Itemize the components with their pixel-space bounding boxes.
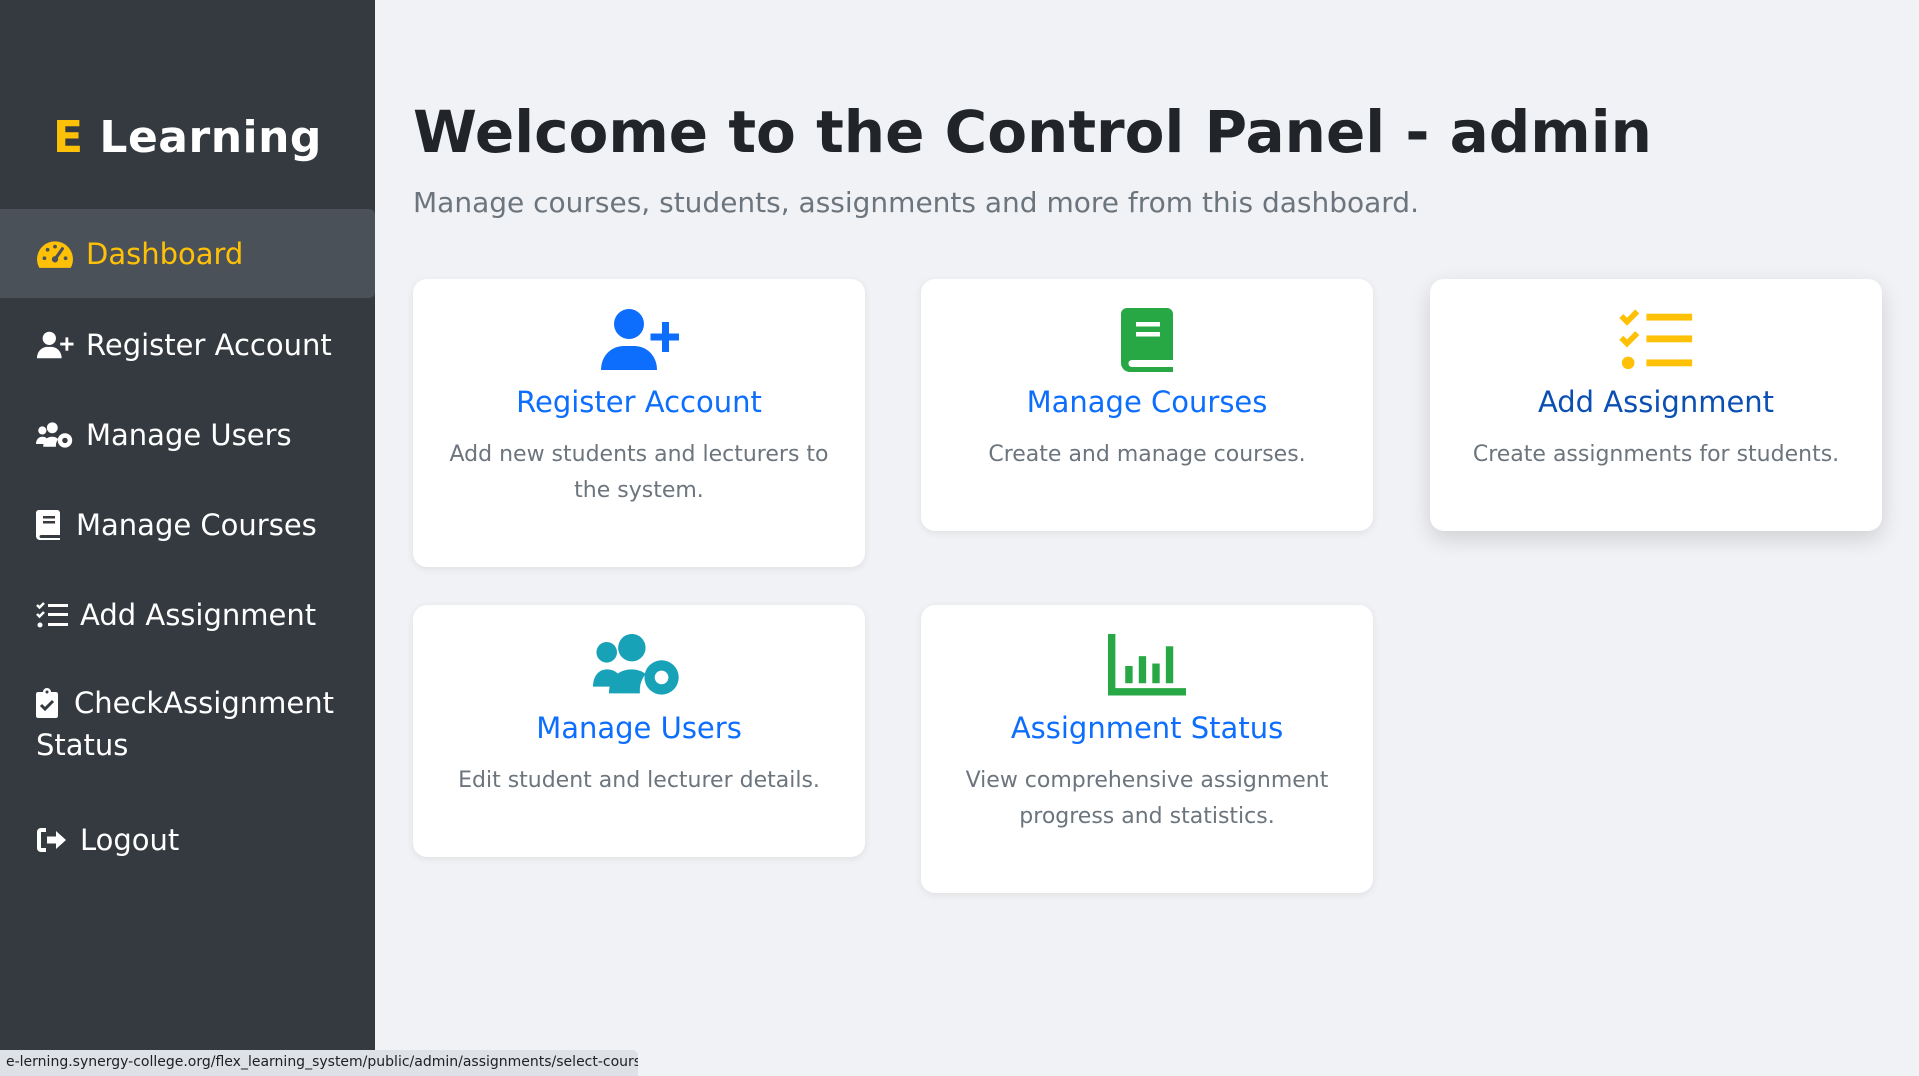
sidebar-item-add-assignment[interactable]: Add Assignment — [0, 570, 375, 659]
clipboard-check-icon — [36, 687, 62, 719]
sidebar: E Learning Dashboard Register Account Ma… — [0, 0, 375, 1076]
page-subtitle: Manage courses, students, assignments an… — [413, 186, 1419, 219]
card-manage-courses[interactable]: Manage Courses Create and manage courses… — [921, 279, 1373, 531]
book-icon — [36, 509, 64, 541]
list-check-icon — [1430, 307, 1882, 373]
card-description: Add new students and lecturers to the sy… — [449, 442, 829, 503]
card-description: View comprehensive assignment progress a… — [965, 768, 1329, 829]
list-check-icon — [36, 599, 68, 631]
card-title: Add Assignment — [1537, 385, 1775, 419]
brand-name: Learning — [83, 112, 322, 163]
page-title: Welcome to the Control Panel - admin — [413, 98, 1652, 166]
card-assignment-status[interactable]: Assignment Status View comprehensive ass… — [921, 605, 1373, 893]
chart-bar-icon — [921, 633, 1373, 699]
card-manage-users[interactable]: Manage Users Edit student and lecturer d… — [413, 605, 865, 857]
card-description: Create and manage courses. — [988, 442, 1306, 467]
brand-prefix: E — [53, 112, 84, 163]
user-plus-icon — [413, 307, 865, 373]
sidebar-item-manage-courses[interactable]: Manage Courses — [0, 480, 375, 569]
sidebar-item-label: Manage Users — [86, 417, 292, 452]
sign-out-icon — [36, 824, 68, 856]
sidebar-item-label-line2: Status — [36, 728, 129, 762]
browser-status-bar: e-lerning.synergy-college.org/flex_learn… — [0, 1050, 638, 1076]
card-description: Create assignments for students. — [1472, 442, 1840, 467]
brand-logo[interactable]: E Learning — [0, 112, 375, 163]
sidebar-item-manage-users[interactable]: Manage Users — [0, 390, 375, 479]
book-icon — [921, 307, 1373, 373]
card-add-assignment[interactable]: Add Assignment Create assignments for st… — [1430, 279, 1882, 531]
sidebar-item-dashboard[interactable]: Dashboard — [0, 209, 375, 298]
sidebar-item-check-assignment-status[interactable]: CheckAssignment Status — [0, 668, 375, 780]
card-title: Manage Users — [536, 711, 742, 745]
user-plus-icon — [36, 329, 74, 361]
sidebar-item-label: Register Account — [86, 327, 332, 362]
card-title: Register Account — [516, 385, 762, 419]
users-cog-icon — [36, 419, 74, 451]
card-register-account[interactable]: Register Account Add new students and le… — [413, 279, 865, 567]
sidebar-item-label: Add Assignment — [80, 597, 317, 632]
sidebar-item-label: Manage Courses — [76, 507, 317, 542]
sidebar-item-label: Logout — [80, 822, 180, 857]
card-description: Edit student and lecturer details. — [458, 768, 820, 793]
main-content: Welcome to the Control Panel - admin Man… — [375, 0, 1919, 1076]
app-root: E Learning Dashboard Register Account Ma… — [0, 0, 1919, 1076]
sidebar-item-label: CheckAssignment — [74, 686, 334, 720]
card-title: Manage Courses — [1026, 385, 1268, 419]
sidebar-item-label: Dashboard — [86, 236, 244, 271]
sidebar-item-logout[interactable]: Logout — [0, 795, 375, 884]
users-cog-icon — [413, 633, 865, 699]
card-title: Assignment Status — [1010, 711, 1284, 745]
sidebar-item-register-account[interactable]: Register Account — [0, 300, 375, 389]
gauge-icon — [36, 238, 74, 270]
